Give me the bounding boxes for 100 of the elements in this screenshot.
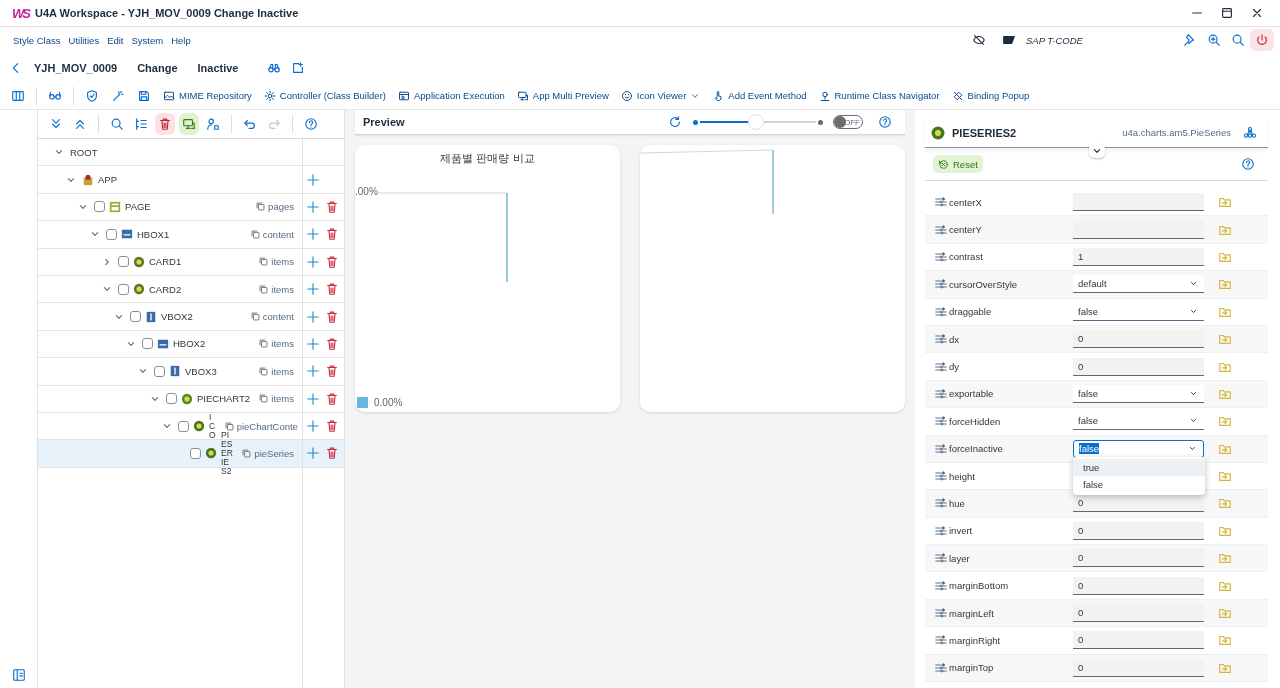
node-label[interactable]: PAGE: [125, 201, 151, 213]
copy-icon: [258, 365, 270, 377]
add-icon: [306, 172, 320, 187]
checkbox[interactable]: [190, 448, 201, 459]
input-field[interactable]: 1: [1073, 247, 1204, 266]
node-label[interactable]: APP: [98, 174, 117, 186]
dropdown-field[interactable]: false: [1073, 384, 1204, 403]
menu-item[interactable]: Style Class: [13, 34, 61, 46]
preview-button[interactable]: [179, 113, 199, 135]
copy-icon: [223, 420, 235, 432]
copy-icon: [249, 228, 261, 240]
node-label[interactable]: VBOX3: [185, 365, 217, 377]
toolbar-button[interactable]: App Multi Preview: [511, 84, 614, 107]
input-field[interactable]: 0: [1073, 549, 1204, 568]
dropdown-option[interactable]: false: [1073, 475, 1205, 493]
node-label[interactable]: ROOT: [70, 146, 98, 158]
property-label: draggable: [949, 306, 992, 318]
toolbar-button[interactable]: Application Execution: [393, 84, 510, 107]
node-label[interactable]: HBOX1: [137, 228, 170, 240]
help-icon: [878, 115, 892, 129]
help-icon: [304, 117, 318, 131]
toolbar-button[interactable]: Runtime Class Navigator: [813, 84, 945, 107]
toolbar-button[interactable]: Add Event Method: [707, 84, 812, 107]
chart-icon: [193, 420, 205, 433]
input-field[interactable]: 0: [1073, 521, 1204, 540]
node-label[interactable]: PIECHART2: [197, 393, 251, 405]
input-field[interactable]: [1073, 193, 1204, 212]
toolbar-button[interactable]: MIME Repository: [158, 84, 257, 107]
vbox-icon: [169, 365, 181, 378]
tcode-field[interactable]: SAP T-CODE: [1024, 33, 1154, 47]
flag-icon: [1002, 33, 1016, 47]
dropdown-option[interactable]: true: [1073, 458, 1205, 476]
search-icon: [110, 117, 124, 131]
copy-icon: [255, 201, 267, 213]
node-label[interactable]: VBOX2: [161, 311, 193, 323]
input-field[interactable]: 0: [1073, 631, 1204, 650]
tree-list-icon: [134, 117, 148, 131]
input-field[interactable]: 0: [1073, 357, 1204, 376]
delete-icon: [325, 364, 339, 379]
input-field[interactable]: 0: [1073, 658, 1204, 677]
aggregation-label: content: [262, 311, 294, 323]
input-field[interactable]: 0: [1073, 330, 1204, 349]
delete-icon: [158, 117, 172, 131]
menu-item[interactable]: Utilities: [68, 34, 100, 46]
dropdown-field[interactable]: default: [1073, 275, 1204, 294]
input-field[interactable]: 0: [1073, 604, 1204, 623]
menu-item[interactable]: Help: [171, 34, 191, 46]
property-icon: [935, 607, 947, 620]
checkbox[interactable]: [118, 283, 129, 295]
toolbar-button[interactable]: Controller (Class Builder): [258, 84, 391, 107]
node-label[interactable]: PIESERIES2: [221, 431, 234, 476]
checkbox[interactable]: [154, 365, 165, 377]
dropdown-field[interactable]: false: [1073, 439, 1204, 458]
property-label: marginTop: [949, 662, 994, 674]
property-label: height: [949, 470, 975, 482]
property-label: marginLeft: [949, 607, 994, 619]
delete-icon: [325, 282, 339, 297]
checkbox[interactable]: [106, 228, 117, 240]
toolbar-button[interactable]: Icon Viewer: [615, 84, 706, 107]
menu-item[interactable]: Edit: [107, 34, 124, 46]
checkbox[interactable]: [118, 256, 129, 268]
checkbox[interactable]: [166, 393, 177, 405]
property-icon: [935, 634, 947, 647]
property-icon: [935, 552, 947, 565]
class-name: u4a.charts.am5.PieSeries: [1122, 127, 1231, 138]
page-icon: [109, 200, 121, 213]
reset-button[interactable]: Reset: [933, 155, 983, 173]
hand-icon: [712, 89, 725, 102]
aggregation-label: items: [271, 338, 294, 350]
bind-icon: [1218, 414, 1232, 429]
node-label[interactable]: HBOX2: [173, 338, 206, 350]
location-icon: [818, 89, 831, 102]
status-label: Inactive: [197, 61, 239, 74]
bind-icon: [1218, 606, 1232, 621]
new-window-icon: [291, 60, 306, 75]
bind-icon: [1218, 551, 1232, 566]
toolbar-button[interactable]: Binding Popup: [946, 84, 1035, 107]
input-field[interactable]: 0: [1073, 576, 1204, 595]
checkbox[interactable]: [142, 338, 153, 350]
node-label[interactable]: CARD2: [149, 283, 182, 295]
node-label[interactable]: CARD1: [149, 256, 182, 268]
node-label[interactable]: ICO: [209, 412, 216, 440]
power-icon: [1255, 33, 1269, 47]
add-icon: [306, 199, 320, 214]
checkbox[interactable]: [130, 311, 141, 323]
app-icon: [82, 173, 94, 186]
help-icon: [1241, 157, 1255, 171]
power-button[interactable]: [1250, 29, 1274, 51]
checkbox[interactable]: [94, 201, 105, 213]
collapse-header-button[interactable]: [1088, 144, 1105, 158]
checkbox[interactable]: [178, 420, 189, 432]
menu-item[interactable]: System: [131, 34, 164, 46]
delete-button[interactable]: [155, 113, 175, 135]
redo-icon: [267, 117, 281, 131]
input-field[interactable]: [1073, 220, 1204, 239]
add-icon: [306, 336, 320, 351]
property-icon: [935, 333, 947, 346]
panel-icon: [11, 668, 26, 682]
aggregation-label: pieChartConte: [236, 420, 298, 432]
slider-thumb[interactable]: [747, 114, 764, 130]
